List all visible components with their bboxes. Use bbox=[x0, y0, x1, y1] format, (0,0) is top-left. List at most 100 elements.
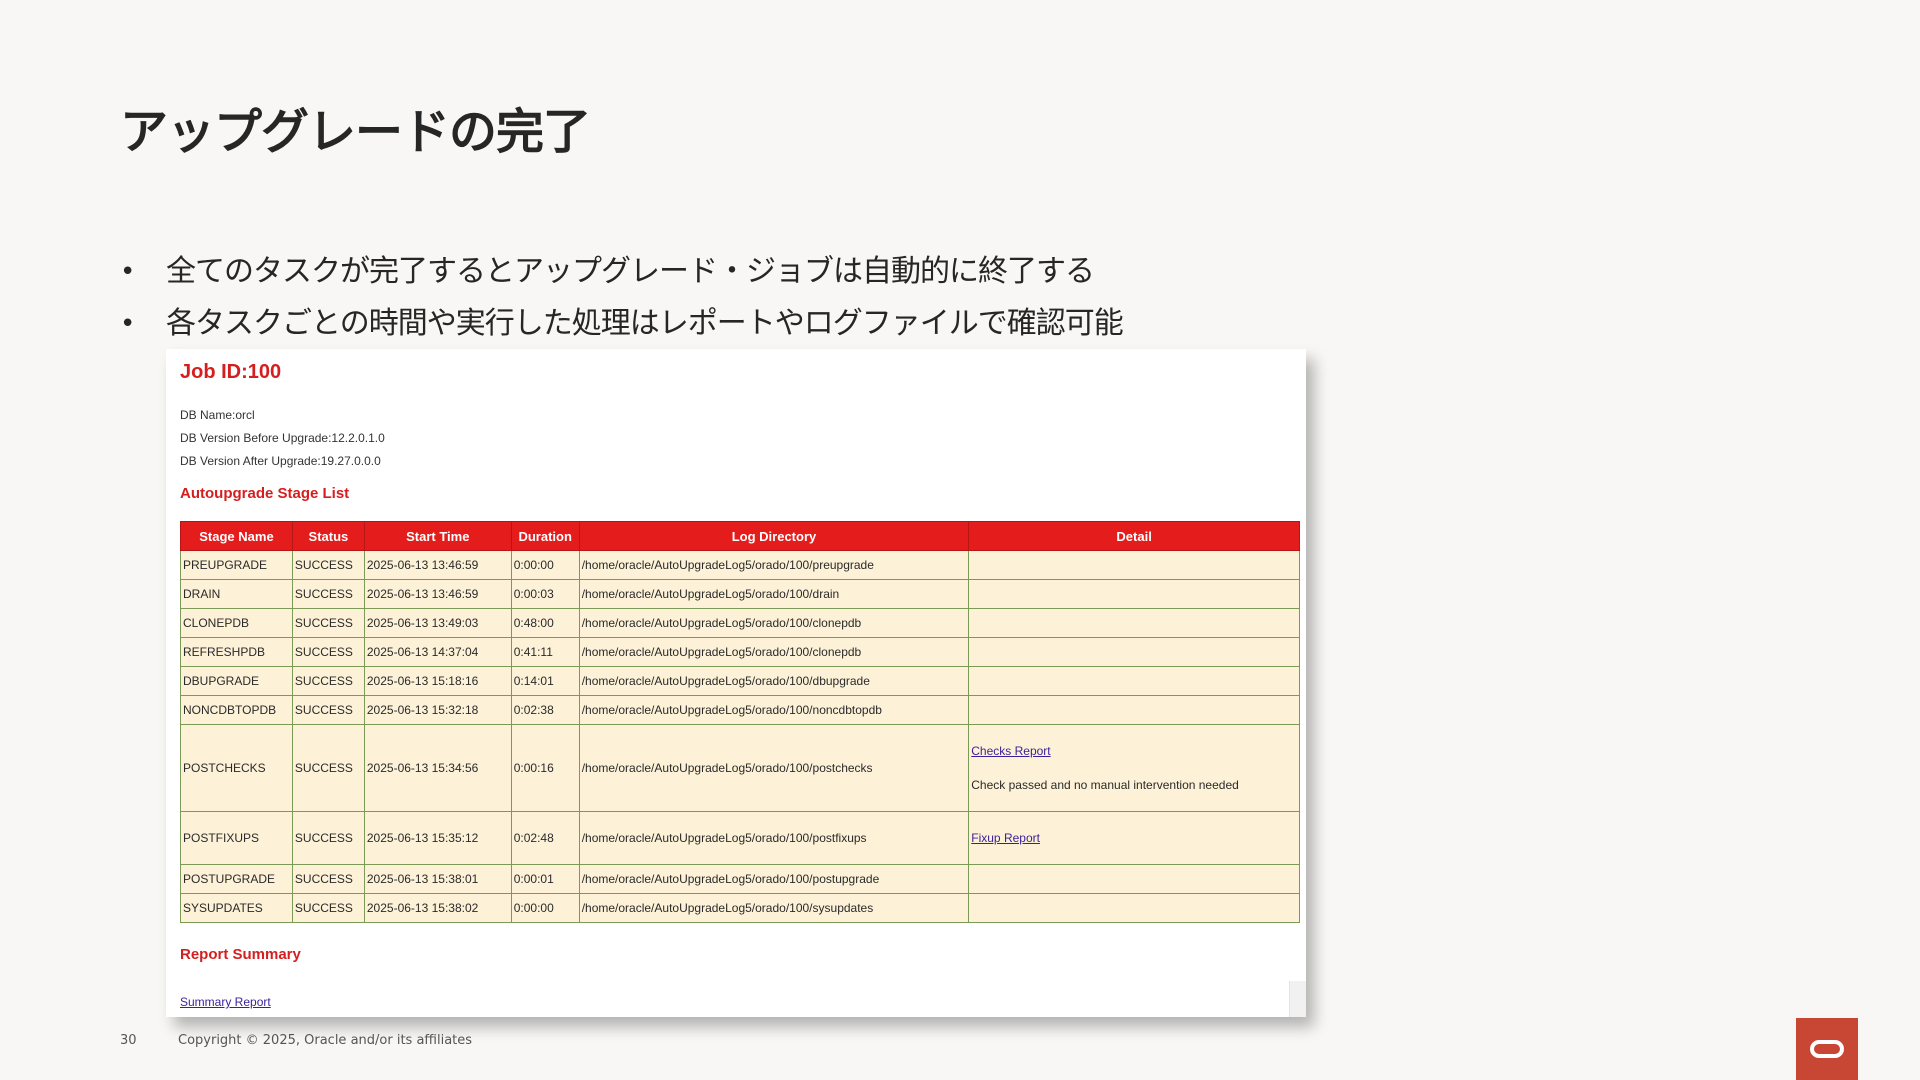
stage-list-title: Autoupgrade Stage List bbox=[180, 485, 350, 502]
duration-cell: 0:00:03 bbox=[510, 579, 580, 609]
log-directory-cell: /home/oracle/AutoUpgradeLog5/orado/100/c… bbox=[578, 608, 970, 638]
start-time-cell: 2025-06-13 15:38:01 bbox=[363, 864, 512, 894]
log-directory-cell: /home/oracle/AutoUpgradeLog5/orado/100/c… bbox=[578, 637, 970, 667]
table-header-row: Stage Name Status Start Time Duration Lo… bbox=[180, 521, 1300, 551]
column-header-status: Status bbox=[291, 521, 365, 551]
slide-title: アップグレードの完了 bbox=[120, 104, 591, 160]
log-directory-cell: /home/oracle/AutoUpgradeLog5/orado/100/d… bbox=[578, 579, 970, 609]
log-directory-cell: /home/oracle/AutoUpgradeLog5/orado/100/p… bbox=[578, 864, 970, 894]
bullet-item: • 各タスクごとの時間や実行した処理はレポートやログファイルで確認可能 bbox=[120, 298, 1124, 350]
stage-name-cell: REFRESHPDB bbox=[180, 637, 293, 667]
column-header-start-time: Start Time bbox=[363, 521, 512, 551]
stage-name-cell: CLONEPDB bbox=[180, 608, 293, 638]
scrollbar[interactable] bbox=[1289, 981, 1306, 1017]
log-directory-cell: /home/oracle/AutoUpgradeLog5/orado/100/p… bbox=[578, 724, 970, 812]
detail-cell bbox=[968, 579, 1300, 609]
table-row: POSTCHECKS SUCCESS 2025-06-13 15:34:56 0:00… bbox=[180, 724, 1300, 812]
table-row: DRAIN SUCCESS 2025-06-13 13:46:59 0:00:03/h… bbox=[180, 579, 1300, 609]
start-time-cell: 2025-06-13 15:34:56 bbox=[363, 724, 512, 812]
duration-cell: 0:48:00 bbox=[510, 608, 580, 638]
stage-name-cell: PREUPGRADE bbox=[180, 550, 293, 580]
stage-name-cell: DBUPGRADE bbox=[180, 666, 293, 696]
stage-table: Stage Name Status Start Time Duration Lo… bbox=[180, 521, 1300, 923]
status-cell: SUCCESS bbox=[291, 893, 365, 923]
oracle-logo-icon bbox=[1796, 1018, 1858, 1080]
status-cell: SUCCESS bbox=[291, 695, 365, 725]
table-row: POSTFIXUPS SUCCESS 2025-06-13 15:35:12 0:02… bbox=[180, 811, 1300, 865]
log-directory-cell: /home/oracle/AutoUpgradeLog5/orado/100/s… bbox=[578, 893, 970, 923]
bullet-dot-icon: • bbox=[120, 257, 135, 287]
log-directory-cell: /home/oracle/AutoUpgradeLog5/orado/100/n… bbox=[578, 695, 970, 725]
table-row: NONCDBTOPDB SUCCESS 2025-06-13 15:32:18 0:0… bbox=[180, 695, 1300, 725]
log-directory-cell: /home/oracle/AutoUpgradeLog5/orado/100/p… bbox=[578, 550, 970, 580]
log-directory-cell: /home/oracle/AutoUpgradeLog5/orado/100/d… bbox=[578, 666, 970, 696]
duration-cell: 0:41:11 bbox=[510, 637, 580, 667]
summary-report-link[interactable]: Summary Report bbox=[180, 995, 271, 1009]
start-time-cell: 2025-06-13 13:46:59 bbox=[363, 579, 512, 609]
start-time-cell: 2025-06-13 13:46:59 bbox=[363, 550, 512, 580]
duration-cell: 0:00:00 bbox=[510, 550, 580, 580]
status-cell: SUCCESS bbox=[291, 724, 365, 812]
duration-cell: 0:14:01 bbox=[510, 666, 580, 696]
start-time-cell: 2025-06-13 15:35:12 bbox=[363, 811, 512, 865]
detail-cell bbox=[968, 550, 1300, 580]
duration-cell: 0:00:16 bbox=[510, 724, 580, 812]
db-meta: DB Name:orcl DB Version Before Upgrade:1… bbox=[180, 404, 385, 473]
page-number: 30 bbox=[120, 1033, 137, 1048]
start-time-cell: 2025-06-13 13:49:03 bbox=[363, 608, 512, 638]
autoupgrade-report-screenshot: Job ID:100 DB Name:orcl DB Version Befor… bbox=[166, 349, 1306, 1017]
duration-cell: 0:00:00 bbox=[510, 893, 580, 923]
column-header-detail: Detail bbox=[968, 521, 1300, 551]
stage-name-cell: NONCDBTOPDB bbox=[180, 695, 293, 725]
stage-name-cell: POSTCHECKS bbox=[180, 724, 293, 812]
copyright: Copyright © 2025, Oracle and/or its affi… bbox=[178, 1033, 473, 1048]
table-row: PREUPGRADE SUCCESS 2025-06-13 13:46:59 0:00… bbox=[180, 550, 1300, 580]
bullet-list: • 全てのタスクが完了するとアップグレード・ジョブは自動的に終了する • 各タスクご… bbox=[120, 246, 1124, 350]
status-cell: SUCCESS bbox=[291, 637, 365, 667]
stage-name-cell: POSTFIXUPS bbox=[180, 811, 293, 865]
start-time-cell: 2025-06-13 15:18:16 bbox=[363, 666, 512, 696]
duration-cell: 0:00:01 bbox=[510, 864, 580, 894]
detail-cell bbox=[968, 864, 1300, 894]
detail-report-link[interactable]: Fixup Report bbox=[971, 831, 1040, 845]
db-version-after: DB Version After Upgrade:19.27.0.0.0 bbox=[180, 454, 381, 468]
duration-cell: 0:02:48 bbox=[510, 811, 580, 865]
oracle-logo-ring bbox=[1810, 1040, 1844, 1058]
detail-cell: Checks Report Check passed and no manual … bbox=[968, 724, 1300, 812]
column-header-stage-name: Stage Name bbox=[180, 521, 293, 551]
db-name: DB Name:orcl bbox=[180, 408, 255, 422]
stage-name-cell: POSTUPGRADE bbox=[180, 864, 293, 894]
detail-report-link[interactable]: Checks Report bbox=[971, 744, 1050, 758]
detail-cell bbox=[968, 893, 1300, 923]
status-cell: SUCCESS bbox=[291, 579, 365, 609]
stage-name-cell: DRAIN bbox=[180, 579, 293, 609]
detail-cell bbox=[968, 637, 1300, 667]
table-row: POSTUPGRADE SUCCESS 2025-06-13 15:38:01 0:0… bbox=[180, 864, 1300, 894]
column-header-log-directory: Log Directory bbox=[578, 521, 970, 551]
status-cell: SUCCESS bbox=[291, 864, 365, 894]
table-row: REFRESHPDB SUCCESS 2025-06-13 14:37:04 0:41… bbox=[180, 637, 1300, 667]
detail-cell bbox=[968, 666, 1300, 696]
start-time-cell: 2025-06-13 15:32:18 bbox=[363, 695, 512, 725]
report-summary-title: Report Summary bbox=[180, 946, 301, 963]
db-version-before: DB Version Before Upgrade:12.2.0.1.0 bbox=[180, 431, 385, 445]
log-directory-cell: /home/oracle/AutoUpgradeLog5/orado/100/p… bbox=[578, 811, 970, 865]
status-cell: SUCCESS bbox=[291, 608, 365, 638]
table-row: CLONEPDB SUCCESS 2025-06-13 13:49:03 0:48:0… bbox=[180, 608, 1300, 638]
table-row: DBUPGRADE SUCCESS 2025-06-13 15:18:16 0:14:… bbox=[180, 666, 1300, 696]
bullet-text: 各タスクごとの時間や実行した処理はレポートやログファイルで確認可能 bbox=[166, 306, 1124, 341]
detail-cell bbox=[968, 608, 1300, 638]
table-row: SYSUPDATES SUCCESS 2025-06-13 15:38:02 0:00… bbox=[180, 893, 1300, 923]
start-time-cell: 2025-06-13 15:38:02 bbox=[363, 893, 512, 923]
duration-cell: 0:02:38 bbox=[510, 695, 580, 725]
bullet-dot-icon: • bbox=[120, 309, 135, 339]
status-cell: SUCCESS bbox=[291, 811, 365, 865]
column-header-duration: Duration bbox=[510, 521, 580, 551]
bullet-item: • 全てのタスクが完了するとアップグレード・ジョブは自動的に終了する bbox=[120, 246, 1123, 298]
bullet-text: 全てのタスクが完了するとアップグレード・ジョブは自動的に終了する bbox=[166, 254, 1095, 289]
status-cell: SUCCESS bbox=[291, 550, 365, 580]
start-time-cell: 2025-06-13 14:37:04 bbox=[363, 637, 512, 667]
job-title: Job ID:100 bbox=[180, 361, 282, 383]
status-cell: SUCCESS bbox=[291, 666, 365, 696]
detail-cell bbox=[968, 695, 1300, 725]
